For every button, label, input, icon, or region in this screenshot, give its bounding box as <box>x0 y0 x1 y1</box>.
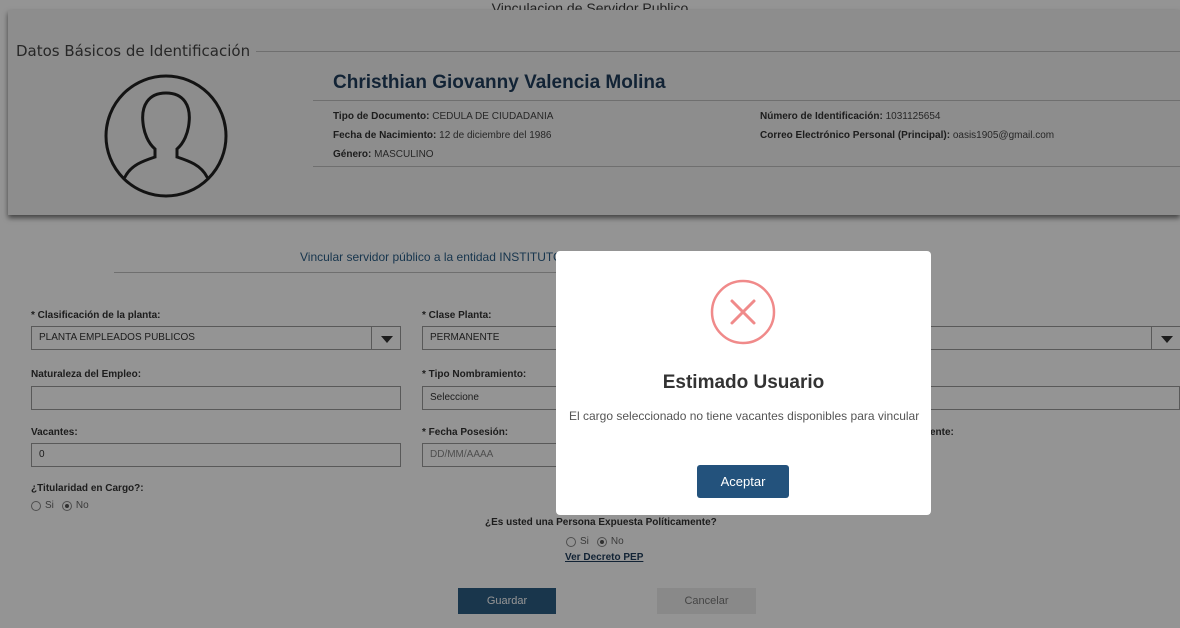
alert-dialog: Estimado Usuario El cargo seleccionado n… <box>556 251 931 515</box>
modal-message: El cargo seleccionado no tiene vacantes … <box>569 409 920 423</box>
modal-title: Estimado Usuario <box>662 372 825 393</box>
error-x-circle-icon <box>710 279 776 345</box>
aceptar-button[interactable]: Aceptar <box>697 465 789 498</box>
